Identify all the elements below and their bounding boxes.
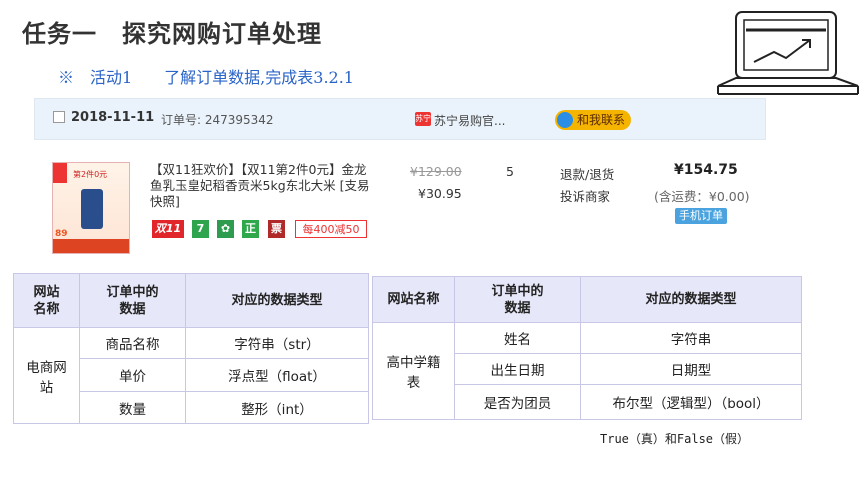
tag-genuine: 正 <box>242 220 259 238</box>
product-title-link[interactable]: 【双11狂欢价】【双11第2件0元】金龙鱼乳玉皇妃稻香贡米5kg东北大米 [支易… <box>150 162 370 210</box>
table2-header-data: 订单中的 数据 <box>454 276 581 323</box>
shop-name-link[interactable]: 苏宁易购官... <box>434 112 505 129</box>
table-cell: 字符串（str） <box>185 327 369 359</box>
shipping-fee: (含运费：¥0.00) <box>654 189 750 204</box>
table-cell: 整形（int） <box>185 391 369 424</box>
table-cell: 是否为团员 <box>454 384 581 420</box>
table-cell: 数量 <box>79 391 186 424</box>
complain-link[interactable]: 投诉商家 <box>560 186 610 205</box>
table2-header-site: 网站名称 <box>372 276 455 323</box>
table1-header-data: 订单中的 数据 <box>79 273 186 328</box>
table-cell: 日期型 <box>580 353 802 385</box>
tag-discount: 每400减50 <box>295 220 367 238</box>
image-promo-text: 第2件0元 <box>73 170 108 179</box>
shop-icon: 苏宁 <box>415 112 431 126</box>
contact-label: 和我联系 <box>577 113 626 127</box>
order-screenshot: 2018-11-11 订单号: 247395342 苏宁 苏宁易购官... 和我… <box>34 98 766 264</box>
boolean-note: True（真）和False（假） <box>600 432 750 446</box>
order-total: ¥154.75 <box>674 162 738 178</box>
table-row: 高中学籍 表 姓名 字符串 <box>372 322 802 420</box>
tag-invoice: 票 <box>268 220 285 238</box>
order-number: 订单号: 247395342 <box>161 113 274 127</box>
image-price-text: 89 <box>55 229 68 239</box>
original-price: ¥129.00 <box>410 164 462 179</box>
table-cell: 商品名称 <box>79 327 186 359</box>
image-footer-banner <box>53 239 129 253</box>
table1-group-cell: 电商网 站 <box>13 327 80 424</box>
table-cell: 姓名 <box>454 322 581 354</box>
shield-icon: ✿ <box>217 220 234 238</box>
table1-header-site: 网站 名称 <box>13 273 80 328</box>
table-row: 电商网 站 商品名称 字符串（str） <box>13 327 369 424</box>
table-cell: 浮点型（float） <box>185 358 369 392</box>
ecommerce-data-type-table: 网站 名称 订单中的 数据 对应的数据类型 电商网 站 商品名称 字符串（str… <box>13 273 369 424</box>
student-record-data-type-table: 网站名称 订单中的 数据 对应的数据类型 高中学籍 表 姓名 字符串 出生日期 … <box>372 276 802 420</box>
mobile-order-badge: 手机订单 <box>675 208 727 224</box>
store-badge-icon <box>53 163 67 183</box>
product-image[interactable]: 第2件0元 89 <box>52 162 130 254</box>
laptop-chart-icon <box>717 11 859 95</box>
table-cell: 单价 <box>79 358 186 392</box>
tag-seven-day: 7 <box>192 220 209 238</box>
tag-double11: 双11 <box>152 220 184 238</box>
table-cell: 字符串 <box>580 322 802 354</box>
table2-header-type: 对应的数据类型 <box>580 276 802 323</box>
order-date: 2018-11-11 <box>71 110 155 125</box>
page-title: 任务一 探究网购订单处理 <box>22 20 322 48</box>
contact-seller-button[interactable]: 和我联系 <box>555 110 632 130</box>
table2-group-cell: 高中学籍 表 <box>372 322 455 420</box>
table1-header-type: 对应的数据类型 <box>185 273 369 328</box>
chat-icon <box>557 112 573 128</box>
sale-price: ¥30.95 <box>418 186 462 201</box>
refund-link[interactable]: 退款/退货 <box>560 164 614 183</box>
table-cell: 布尔型（逻辑型）（bool） <box>580 384 802 420</box>
activity-subtitle: ※ 活动1 了解订单数据,完成表3.2.1 <box>58 68 354 87</box>
quantity: 5 <box>506 164 514 179</box>
table-cell: 出生日期 <box>454 353 581 385</box>
order-header: 2018-11-11 订单号: 247395342 苏宁 苏宁易购官... 和我… <box>34 98 766 140</box>
order-checkbox[interactable] <box>53 111 65 123</box>
rice-bag-icon <box>81 189 103 229</box>
